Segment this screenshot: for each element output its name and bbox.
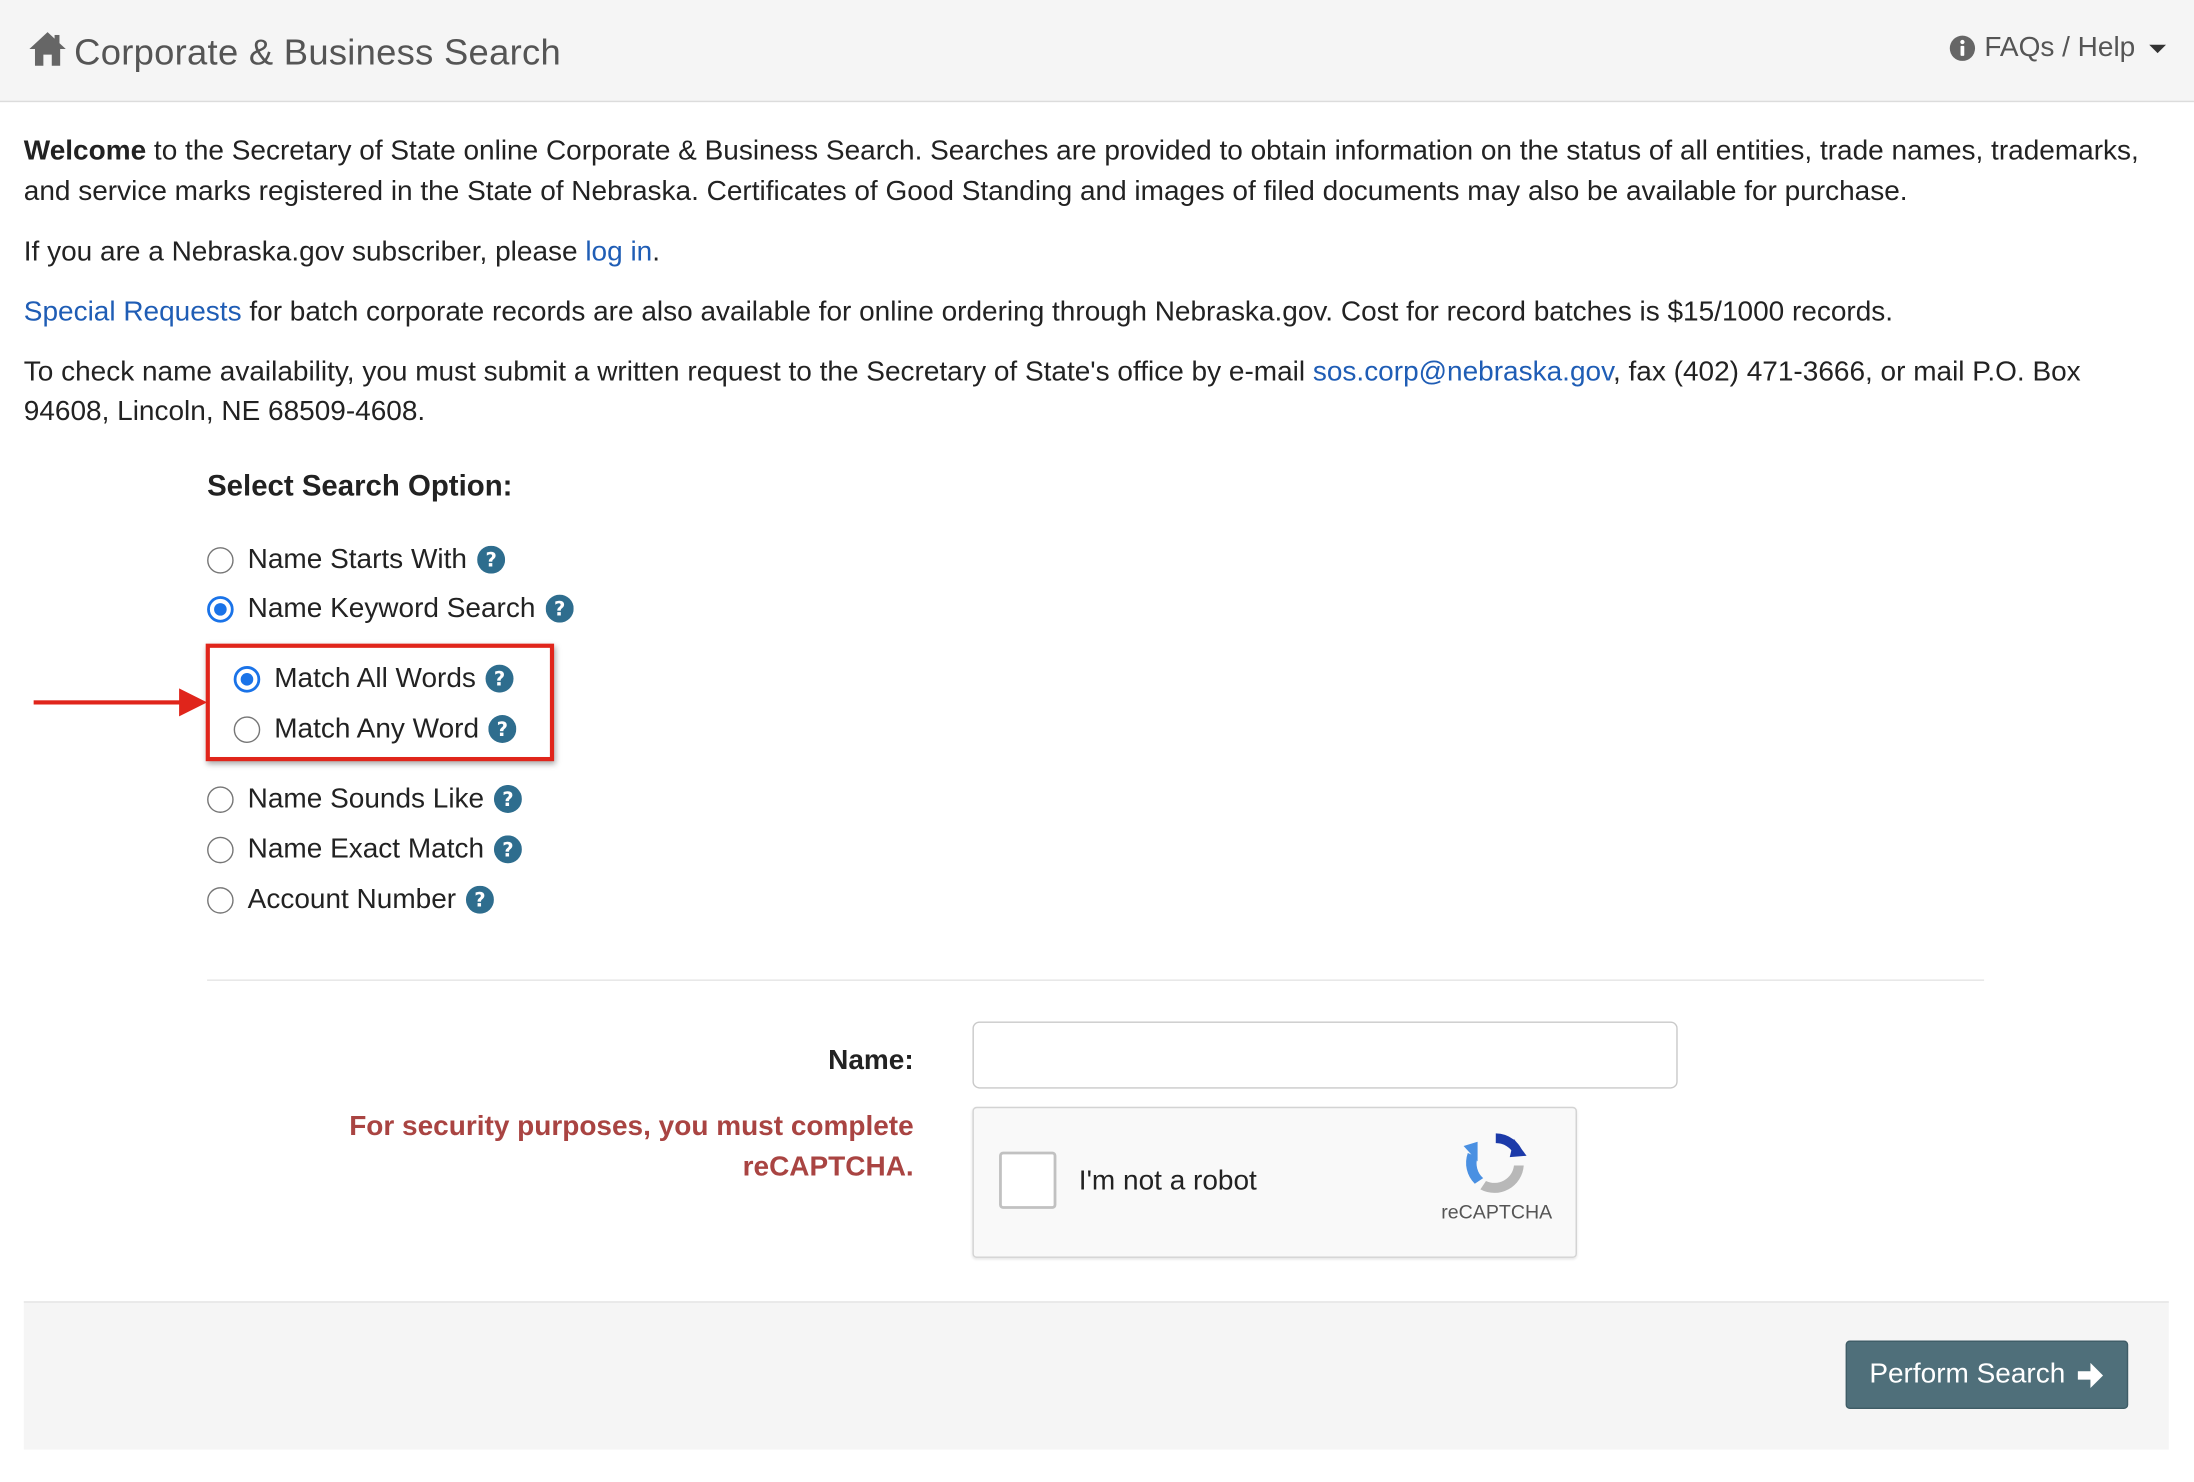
special-requests-link[interactable]: Special Requests [24, 296, 242, 327]
home-icon[interactable] [28, 31, 67, 67]
name-label: Name: [828, 1045, 914, 1077]
subscriber-text: If you are a Nebraska.gov subscriber, pl… [23, 235, 586, 267]
top-bar: Corporate & Business Search FAQs / Help [0, 0, 2194, 103]
email-link[interactable]: sos.corp@nebraska.gov [1313, 356, 1613, 387]
svg-text:?: ? [497, 718, 508, 741]
recaptcha-checkbox[interactable] [999, 1151, 1057, 1209]
option-label: Name Exact Match [247, 833, 485, 865]
search-option-heading: Select Search Option: [207, 470, 513, 503]
welcome-bold: Welcome [23, 135, 147, 167]
radio-match-all-words[interactable] [233, 665, 261, 692]
welcome-paragraph: Welcome to the Secretary of State online… [24, 132, 2172, 212]
option-name-keyword-search[interactable]: Name Keyword Search ? [207, 589, 574, 628]
page: Corporate & Business Search FAQs / Help … [0, 0, 2194, 1482]
radio-account-number[interactable] [207, 886, 234, 913]
name-availability-text: To check name availability, you must sub… [23, 356, 1313, 387]
recaptcha-logo-icon [1463, 1133, 1527, 1193]
svg-text:?: ? [502, 788, 513, 811]
arrow-right-icon [2077, 1362, 2104, 1388]
recaptcha-brand: reCAPTCHA [1441, 1200, 1553, 1223]
question-icon[interactable]: ? [493, 784, 522, 813]
subscriber-text-end: . [652, 235, 661, 267]
option-label: Match All Words [274, 662, 476, 694]
svg-text:?: ? [554, 598, 565, 621]
welcome-text: to the Secretary of State online Corpora… [23, 135, 2139, 207]
option-match-any-word[interactable]: Match Any Word ? [233, 709, 517, 748]
red-arrow-icon [33, 688, 208, 717]
perform-search-label: Perform Search [1869, 1358, 2066, 1390]
option-label: Name Starts With [247, 543, 467, 575]
svg-text:?: ? [502, 838, 513, 861]
question-icon[interactable]: ? [545, 594, 574, 623]
svg-text:?: ? [474, 889, 485, 912]
option-label: Name Keyword Search [247, 592, 536, 624]
svg-text:?: ? [485, 549, 496, 572]
page-title: Corporate & Business Search [74, 30, 561, 73]
divider [207, 979, 1985, 981]
option-account-number[interactable]: Account Number ? [207, 880, 494, 919]
option-label: Account Number [247, 883, 457, 915]
option-name-starts-with[interactable]: Name Starts With ? [207, 540, 505, 579]
option-label: Name Sounds Like [247, 782, 485, 814]
recaptcha-widget: I'm not a robot reCAPTCHA [972, 1106, 1577, 1258]
option-label: Match Any Word [274, 712, 480, 744]
radio-name-keyword-search[interactable] [207, 595, 234, 622]
security-message: For security purposes, you must complete… [349, 1110, 914, 1182]
option-name-exact-match[interactable]: Name Exact Match ? [207, 830, 522, 869]
question-icon[interactable]: ? [493, 835, 522, 864]
special-requests-paragraph: Special Requests for batch corporate rec… [24, 292, 2172, 332]
option-match-all-words[interactable]: Match All Words ? [233, 659, 514, 698]
recaptcha-label: I'm not a robot [1078, 1165, 1257, 1197]
info-icon [1950, 35, 1976, 61]
question-icon[interactable]: ? [465, 885, 494, 914]
radio-name-exact-match[interactable] [207, 836, 234, 863]
radio-name-sounds-like[interactable] [207, 785, 234, 813]
name-availability-paragraph: To check name availability, you must sub… [24, 352, 2172, 432]
faq-help-menu[interactable]: FAQs / Help [1949, 32, 2167, 64]
svg-text:?: ? [494, 668, 505, 691]
special-requests-text: for batch corporate records are also ava… [241, 295, 1894, 327]
question-icon[interactable]: ? [485, 664, 514, 693]
faq-help-label: FAQs / Help [1984, 32, 2136, 63]
subscriber-paragraph: If you are a Nebraska.gov subscriber, pl… [24, 232, 2172, 272]
intro-text: Welcome to the Secretary of State online… [24, 132, 2172, 452]
question-icon[interactable]: ? [476, 545, 505, 574]
name-input[interactable] [972, 1021, 1678, 1089]
option-name-sounds-like[interactable]: Name Sounds Like ? [207, 779, 522, 818]
perform-search-button[interactable]: Perform Search [1845, 1340, 2129, 1410]
radio-match-any-word[interactable] [233, 715, 261, 743]
log-in-link[interactable]: log in [585, 236, 652, 267]
radio-name-starts-with[interactable] [207, 546, 234, 573]
question-icon[interactable]: ? [488, 715, 517, 743]
chevron-down-icon [2149, 44, 2167, 53]
